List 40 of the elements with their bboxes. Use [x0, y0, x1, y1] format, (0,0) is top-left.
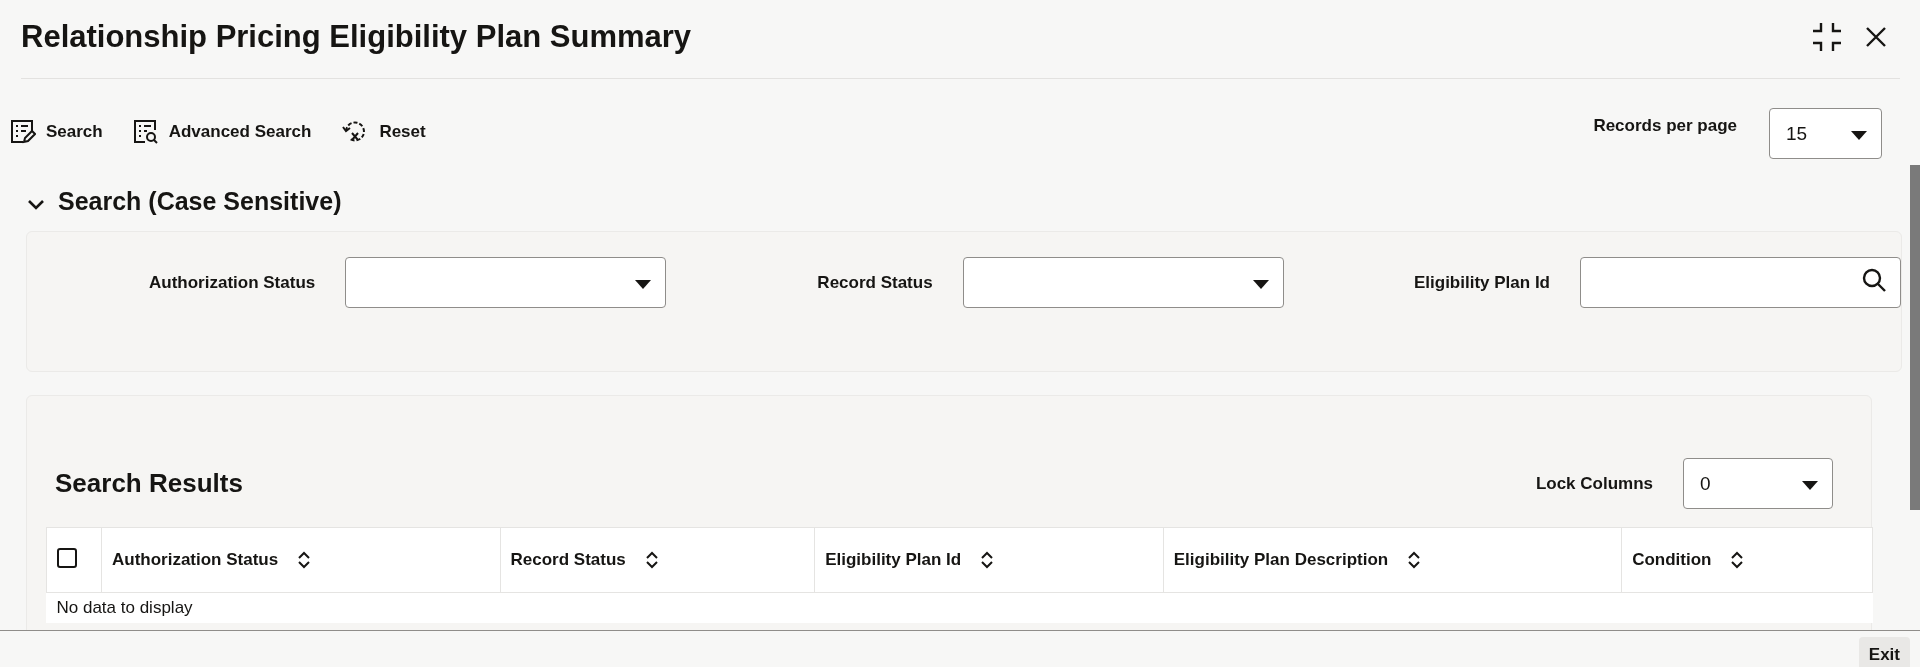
input-field[interactable]	[1580, 257, 1901, 308]
dropdown[interactable]	[345, 257, 667, 308]
dropdown[interactable]: 0	[1683, 458, 1833, 509]
dropdown[interactable]: 15	[1769, 108, 1882, 159]
scrollbar[interactable]	[1910, 165, 1920, 510]
list-search-icon	[132, 119, 159, 145]
column-header[interactable]: Eligibility Plan Id	[825, 550, 962, 570]
window-title: Relationship Pricing Eligibility Plan Summary	[21, 19, 692, 56]
lock-columns-label: Lock Columns	[1535, 473, 1653, 494]
search-icon	[1862, 268, 1886, 292]
exit-button[interactable]: Exit	[1858, 637, 1910, 667]
column-header[interactable]: Record Status	[510, 550, 626, 570]
sort-icon[interactable]	[981, 551, 994, 569]
form-edit-icon	[10, 119, 36, 145]
close-icon[interactable]	[1866, 27, 1886, 47]
caret-down-icon	[1252, 279, 1269, 289]
field-label: Authorization Status	[149, 272, 316, 293]
dropdown[interactable]	[962, 257, 1284, 308]
column-header[interactable]: Condition	[1632, 550, 1712, 570]
field-label: Record Status	[817, 272, 933, 293]
search-button[interactable]: Search	[10, 119, 103, 145]
chevron-down-icon[interactable]	[28, 199, 44, 210]
minimize-icon[interactable]	[1812, 22, 1842, 52]
checkbox[interactable]	[57, 547, 77, 568]
caret-down-icon	[635, 279, 652, 289]
reset-button[interactable]: Reset	[341, 119, 426, 145]
records-per-page-label: Records per page	[1593, 116, 1737, 136]
sort-icon[interactable]	[1408, 551, 1421, 569]
caret-down-icon	[1802, 480, 1818, 490]
column-header[interactable]: Authorization Status	[111, 550, 279, 570]
field-label: Eligibility Plan Id	[1413, 272, 1550, 293]
results-title: Search Results	[55, 468, 243, 499]
empty-message: No data to display	[46, 592, 1873, 623]
column-header[interactable]: Eligibility Plan Description	[1173, 550, 1389, 570]
advanced-search-button[interactable]: Advanced Search	[132, 119, 312, 145]
caret-down-icon	[1851, 130, 1867, 140]
section-title: Search (Case Sensitive)	[58, 186, 342, 216]
sort-icon[interactable]	[645, 551, 658, 569]
sort-icon[interactable]	[298, 551, 311, 569]
sort-icon[interactable]	[1731, 551, 1744, 569]
